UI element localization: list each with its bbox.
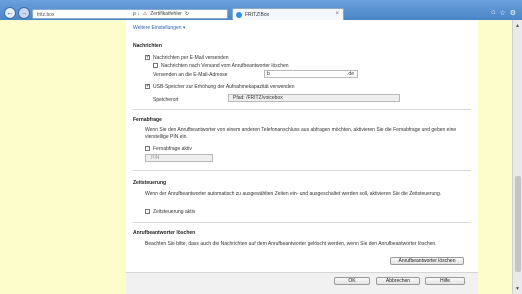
forward-button[interactable]: → (18, 7, 30, 19)
email-domain-value: .de (347, 71, 354, 77)
delete-after-send-label: Nachrichten nach Versand vom Anrufbeantw… (161, 63, 289, 69)
left-sidebar-area (0, 20, 126, 294)
cert-error-icon[interactable]: ⚠ (143, 11, 147, 17)
section-heading-loeschen: Anrufbeantworter löschen (133, 230, 196, 236)
scroll-up-icon[interactable]: ▲ (513, 22, 522, 31)
home-icon[interactable]: ⌂ (491, 9, 495, 17)
zeitsteuerung-checkbox[interactable] (145, 209, 150, 214)
cert-error-label[interactable]: Zertifikatfehler (150, 11, 182, 17)
tab-close-icon[interactable]: × (335, 11, 339, 17)
storage-location-label: Speicherort (153, 97, 179, 103)
email-send-label: Nachrichten per E-Mail versenden (153, 55, 229, 61)
favorites-icon[interactable]: ☆ (499, 9, 505, 17)
fritzbox-favicon-icon (236, 12, 242, 18)
vertical-scrollbar[interactable]: ▲ ▼ (512, 20, 522, 294)
section-heading-nachrichten: Nachrichten (133, 43, 162, 49)
zeitsteuerung-description: Wenn der Anrufbeantworter automatisch zu… (145, 191, 442, 197)
more-settings-link[interactable]: Weitere Einstellungen ▾ (133, 25, 185, 31)
email-send-checkbox[interactable]: ✓ (145, 55, 150, 60)
usb-storage-checkbox[interactable]: ✓ (145, 84, 150, 89)
search-icon[interactable]: ρ ↓ (133, 11, 140, 17)
fernabfrage-checkbox[interactable] (145, 146, 150, 151)
address-tools: ρ ↓ ⚠ Zertifikatfehler ↻ (133, 11, 189, 17)
loeschen-description: Beachten Sie bitte, dass auch die Nachri… (145, 241, 437, 247)
email-address-input[interactable]: b .de (264, 70, 358, 78)
usb-storage-label: USB-Speicher zur Erhöhung der Aufnahmeka… (153, 84, 295, 90)
tab-title: FRITZ!Box (245, 12, 270, 18)
email-user-value: b (267, 71, 270, 77)
gear-icon[interactable]: ⚙ (510, 9, 516, 17)
section-divider (133, 170, 471, 171)
tab-fritzbox[interactable]: FRITZ!Box × (232, 8, 344, 20)
section-heading-fernabfrage: Fernabfrage (133, 117, 162, 123)
address-url[interactable]: fritz.box (37, 12, 55, 18)
scroll-thumb[interactable] (515, 176, 521, 272)
back-button[interactable]: ← (4, 7, 16, 19)
section-divider (133, 222, 471, 223)
fernabfrage-description: Wenn Sie den Anrufbeantworter von einem … (145, 127, 457, 140)
section-heading-zeitsteuerung: Zeitsteuerung (133, 180, 167, 186)
storage-location-field: Pfad: /FRITZ/voicebox (228, 94, 400, 102)
help-button[interactable]: Hilfe (425, 277, 465, 285)
address-bar[interactable]: fritz.box ρ ↓ ⚠ Zertifikatfehler ↻ (32, 9, 228, 19)
delete-after-send-checkbox[interactable] (153, 63, 158, 68)
section-divider (133, 109, 471, 110)
scroll-down-icon[interactable]: ▼ (513, 285, 522, 294)
browser-toolbar: ← → fritz.box ρ ↓ ⚠ Zertifikatfehler ↻ F… (0, 0, 522, 20)
email-address-label: Versenden an die E-Mail-Adresse (153, 72, 228, 78)
refresh-icon[interactable]: ↻ (185, 11, 189, 17)
ok-button[interactable]: OK (334, 277, 370, 285)
browser-tools: ⌂ ☆ ⚙ (491, 9, 516, 17)
cancel-button[interactable]: Abbrechen (376, 277, 420, 285)
pin-input[interactable]: PIN (145, 154, 213, 162)
zeitsteuerung-label: Zeitsteuerung aktiv (153, 209, 196, 215)
delete-answering-machine-button[interactable]: Anrufbeantworter löschen (390, 257, 464, 265)
right-sidebar-area (478, 20, 512, 294)
fernabfrage-label: Fernabfrage aktiv (153, 146, 192, 152)
